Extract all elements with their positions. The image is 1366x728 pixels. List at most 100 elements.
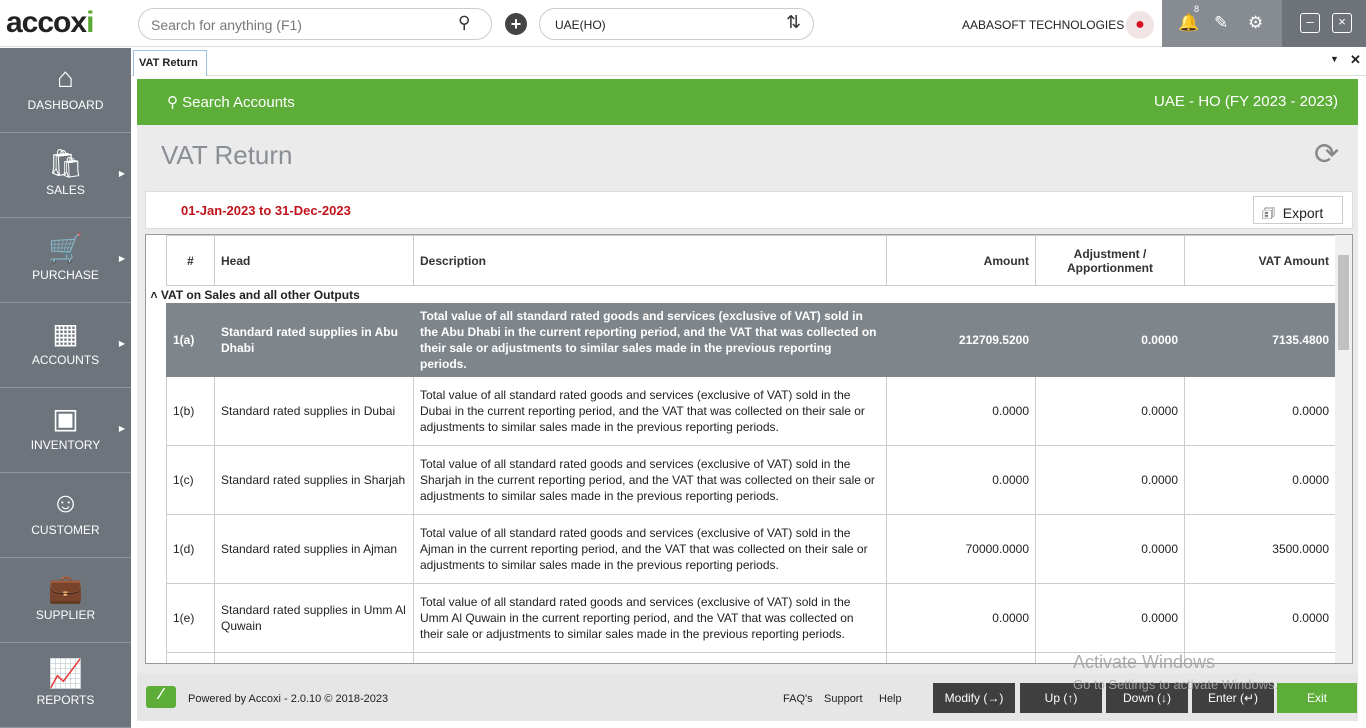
sidebar-item-reports[interactable]: 📈 REPORTS <box>0 643 131 728</box>
tab-close-icon[interactable]: ✕ <box>1350 52 1361 68</box>
sidebar-label: ACCOUNTS <box>31 353 100 367</box>
cell-description: Total value of all standard rated goods … <box>413 514 887 584</box>
sidebar-item-sales[interactable]: 🛍 SALES ▶ <box>0 133 131 218</box>
cell-no: 1(e) <box>166 583 215 653</box>
add-icon[interactable]: + <box>505 13 527 35</box>
page-title: VAT Return <box>161 140 293 170</box>
sidebar-item-customer[interactable]: ☺ CUSTOMER <box>0 473 131 558</box>
col-head[interactable]: Head <box>214 235 414 286</box>
table-row[interactable]: 1(d) Standard rated supplies in Ajman Tota… <box>166 514 1336 584</box>
col-number[interactable]: # <box>166 235 215 286</box>
cell-vat: 0.0000 <box>1184 445 1336 515</box>
cell-adjustment: 0.0000 <box>1035 376 1185 446</box>
export-button[interactable]: 🗊 Export <box>1253 196 1343 224</box>
table-row[interactable]: 1(c) Standard rated supplies in Sharjah To… <box>166 445 1336 515</box>
global-search-input[interactable]: Search for anything (F1) <box>138 8 492 40</box>
col-vat-amount[interactable]: VAT Amount <box>1184 235 1336 286</box>
date-range[interactable]: 01-Jan-2023 to 31-Dec-2023 <box>181 203 351 218</box>
cell-vat: 3500.0000 <box>1184 514 1336 584</box>
shopping-bag-icon: 🛍 <box>47 148 84 179</box>
company-selector[interactable]: AABASOFT TECHNOLOGIES ▸ <box>962 18 1134 32</box>
cell-amount: 0.0000 <box>886 583 1036 653</box>
group-row[interactable]: ˄ VAT on Sales and all other Outputs <box>151 286 1336 304</box>
minimize-icon[interactable]: – <box>1300 13 1320 33</box>
branch-selector[interactable]: UAE(HO) <box>539 8 814 40</box>
cell-vat: 7135.4800 <box>1184 303 1336 377</box>
enter-button[interactable]: Enter (↵) <box>1192 683 1274 713</box>
modify-button[interactable]: Modify (→) <box>933 683 1015 713</box>
cell-empty <box>214 652 414 663</box>
export-icon: 🗊 <box>1262 205 1275 221</box>
vertical-scrollbar[interactable] <box>1335 235 1352 663</box>
calculator-icon: ▦ <box>52 318 79 349</box>
switch-branch-icon[interactable]: ⇅ <box>786 12 801 33</box>
cell-head: Standard rated supplies in Umm Al Quwain <box>214 583 414 653</box>
exit-button[interactable]: Exit <box>1277 683 1357 713</box>
col-amount[interactable]: Amount <box>886 235 1036 286</box>
cell-head: Standard rated supplies in Sharjah <box>214 445 414 515</box>
up-button[interactable]: Up (↑) <box>1020 683 1102 713</box>
top-bar: accoxi Search for anything (F1) ⚲ + UAE(… <box>0 0 1366 47</box>
sidebar-item-accounts[interactable]: ▦ ACCOUNTS ▶ <box>0 303 131 388</box>
table-row[interactable]: 1(a) Standard rated supplies in Abu Dhabi… <box>166 303 1336 377</box>
cell-empty <box>1184 652 1336 663</box>
chevron-right-icon: ▶ <box>118 339 125 348</box>
search-icon[interactable]: ⚲ <box>458 13 470 33</box>
sidebar-item-dashboard[interactable]: ⌂ DASHBOARD <box>0 48 131 133</box>
accoxi-footer-logo: ∕ <box>146 686 176 708</box>
search-accounts-button[interactable]: ⚲ Search Accounts <box>167 93 295 111</box>
company-name: AABASOFT TECHNOLOGIES <box>962 18 1125 32</box>
cell-description: Total value of all standard rated goods … <box>413 376 887 446</box>
cell-amount: 70000.0000 <box>886 514 1036 584</box>
cell-head: Standard rated supplies in Ajman <box>214 514 414 584</box>
header-bar: ⚲ Search Accounts UAE - HO (FY 2023 - 20… <box>137 79 1358 125</box>
cell-head: Standard rated supplies in Abu Dhabi <box>214 303 414 377</box>
table-header: # Head Description Amount Adjustment / A… <box>166 235 1336 286</box>
cell-vat: 0.0000 <box>1184 583 1336 653</box>
powered-by: Powered by Accoxi - 2.0.10 © 2018-2023 <box>188 693 389 705</box>
table-row[interactable]: 1(b) Standard rated supplies in Dubai Tota… <box>166 376 1336 446</box>
cell-empty <box>413 652 887 663</box>
sidebar-item-purchase[interactable]: 🛒 PURCHASE ▶ <box>0 218 131 303</box>
tab-vat-return[interactable]: VAT Return <box>133 50 207 76</box>
bell-icon[interactable]: 🔔 <box>1178 13 1199 33</box>
table-row[interactable]: 1(e) Standard rated supplies in Umm Al Qu… <box>166 583 1336 653</box>
avatar[interactable]: ● <box>1126 11 1154 39</box>
tab-bar <box>131 48 1366 76</box>
cell-amount: 212709.5200 <box>886 303 1036 377</box>
support-link[interactable]: Support <box>824 693 863 705</box>
cell-adjustment: 0.0000 <box>1035 303 1185 377</box>
col-description[interactable]: Description <box>413 235 887 286</box>
sidebar-label: REPORTS <box>36 693 95 707</box>
gear-icon[interactable]: ⚙ <box>1248 13 1263 33</box>
close-icon[interactable]: × <box>1332 13 1352 33</box>
help-link[interactable]: Help <box>879 693 902 705</box>
down-button[interactable]: Down (↓) <box>1106 683 1188 713</box>
cell-no: 1(b) <box>166 376 215 446</box>
message-icon[interactable]: ✎ <box>1214 13 1228 33</box>
sidebar: ⌂ DASHBOARD 🛍 SALES ▶ 🛒 PURCHASE ▶ ▦ ACCOUNTS ▶… <box>0 48 131 728</box>
cell-description: Total value of all standard rated goods … <box>413 445 887 515</box>
notification-count: 8 <box>1194 4 1200 14</box>
sidebar-label: CUSTOMER <box>31 523 100 537</box>
faq-link[interactable]: FAQ's <box>783 693 813 705</box>
sidebar-item-inventory[interactable]: ▣ INVENTORY ▶ <box>0 388 131 473</box>
fiscal-year: UAE - HO (FY 2023 - 2023) <box>1154 93 1338 110</box>
chart-icon: 📈 <box>48 658 83 689</box>
sidebar-label: DASHBOARD <box>27 98 104 112</box>
vat-table: # Head Description Amount Adjustment / A… <box>145 234 1353 664</box>
toolbar-icons: 🔔 8 ✎ ⚙ <box>1162 0 1282 47</box>
footer: ∕ Powered by Accoxi - 2.0.10 © 2018-2023… <box>137 673 1358 721</box>
briefcase-icon: 💼 <box>48 573 83 604</box>
cell-empty <box>886 652 1036 663</box>
refresh-icon[interactable]: ⟳ <box>1314 137 1339 172</box>
cell-adjustment: 0.0000 <box>1035 514 1185 584</box>
table-row[interactable] <box>166 652 1336 663</box>
tab-menu-icon[interactable]: ▼ <box>1330 54 1339 64</box>
scrollbar-thumb[interactable] <box>1338 255 1349 350</box>
col-adjustment[interactable]: Adjustment / Apportionment <box>1035 235 1185 286</box>
sidebar-label: INVENTORY <box>30 438 101 452</box>
chevron-right-icon: ▶ <box>118 254 125 263</box>
sidebar-item-supplier[interactable]: 💼 SUPPLIER <box>0 558 131 643</box>
group-label[interactable]: ˄ VAT on Sales and all other Outputs <box>149 286 1318 304</box>
